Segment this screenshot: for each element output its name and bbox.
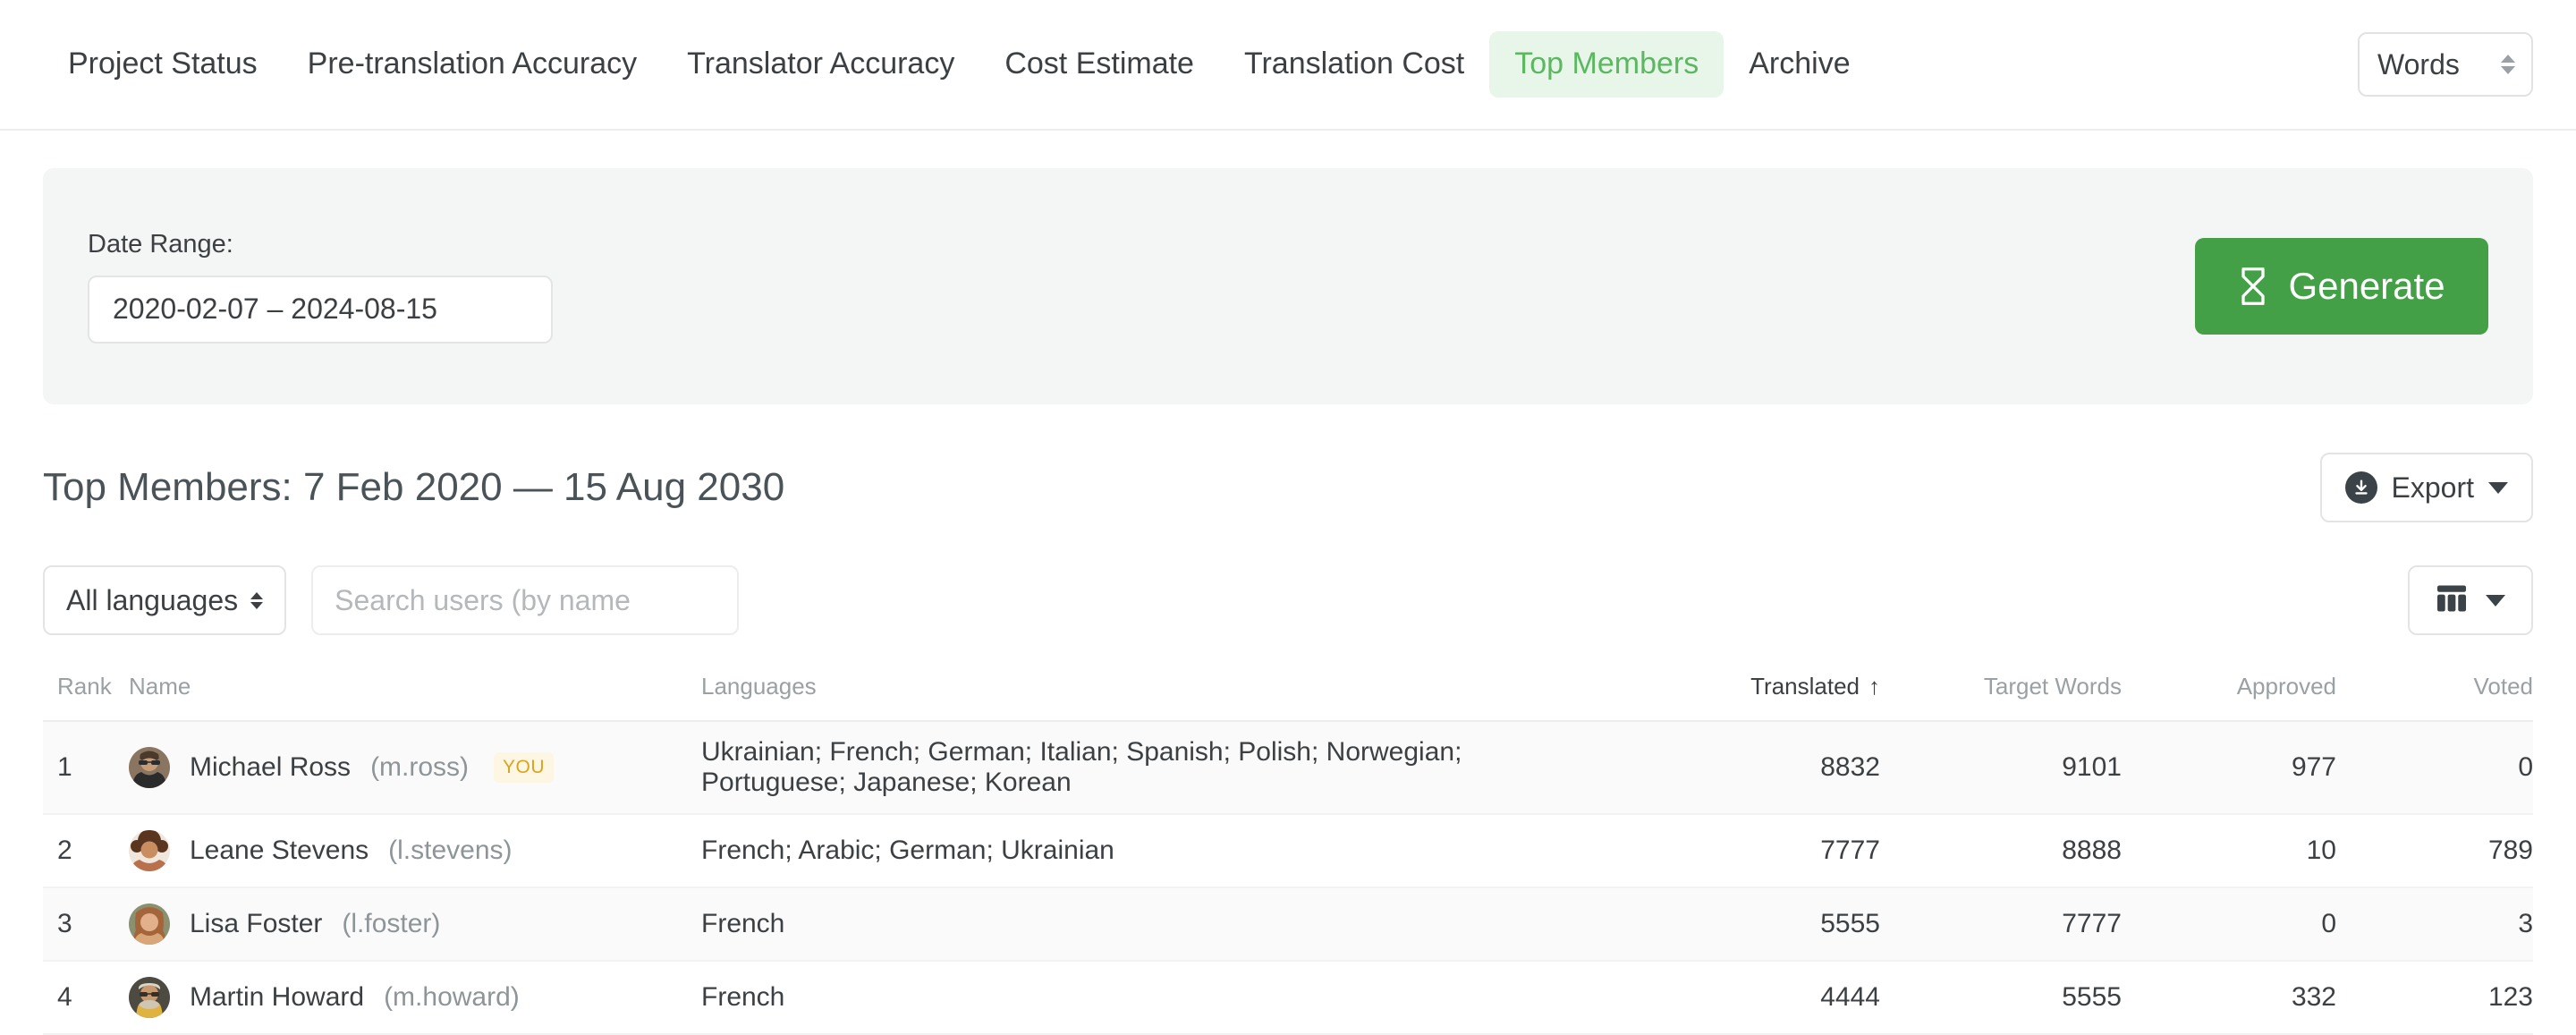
language-filter-value: All languages [66,583,239,616]
cell-target-words: 5555 [1880,961,2122,1035]
user-full-name: Martin Howard [190,982,365,1012]
cell-name: Martin Howard (m.howard) [129,961,701,1035]
cell-rank: 4 [43,961,129,1035]
avatar-leane-stevens [129,830,170,871]
cell-name: Lisa Foster (l.foster) [129,887,701,962]
cell-languages: Ukrainian; French; German; Italian; Span… [701,721,1585,815]
download-circle-icon [2344,471,2377,504]
report-header-row: Top Members: 7 Feb 2020 — 15 Aug 2030 Ex… [43,453,2533,522]
cell-voted: 123 [2336,961,2533,1035]
cell-languages: French [701,961,1585,1035]
cell-rank: 1 [43,721,129,815]
nav-tab-list: Project Status Pre-translation Accuracy … [43,31,1876,98]
page-title: Top Members: 7 Feb 2020 — 15 Aug 2030 [43,465,785,509]
spinner-arrows-icon [2501,55,2515,74]
user-username: (m.howard) [384,982,520,1012]
generate-button-label: Generate [2288,265,2445,307]
columns-chooser-button[interactable] [2408,565,2533,635]
export-button-label: Export [2391,471,2474,504]
user-username: (m.ross) [370,752,470,782]
tab-archive[interactable]: Archive [1724,31,1875,98]
table-toolbar: All languages [43,565,2533,635]
user-full-name: Leane Stevens [190,836,369,865]
avatar-lisa-foster [129,904,170,945]
column-header-translated[interactable]: Translated ↑ [1585,673,1880,722]
user-username: (l.foster) [342,909,441,938]
column-header-target-words[interactable]: Target Words [1880,673,2122,722]
tab-project-status[interactable]: Project Status [43,31,283,98]
tab-translator-accuracy[interactable]: Translator Accuracy [662,31,979,98]
export-button[interactable]: Export [2319,453,2533,522]
cell-translated: 7777 [1585,814,1880,888]
generate-button[interactable]: Generate [2195,238,2488,335]
column-header-rank[interactable]: Rank [43,673,129,722]
avatar-martin-howard [129,977,170,1018]
column-header-voted[interactable]: Voted [2336,673,2533,722]
caret-down-icon [2488,481,2508,494]
language-filter-select[interactable]: All languages [43,565,287,635]
cell-approved: 977 [2122,721,2336,815]
spinner-arrows-icon [250,591,264,609]
column-header-name[interactable]: Name [129,673,701,722]
cell-name: Michael Ross (m.ross) YOU [129,721,701,815]
unit-select-value: Words [2377,47,2460,81]
avatar-michael-ross [129,747,170,788]
hourglass-icon [2238,267,2268,306]
search-input[interactable] [311,565,740,635]
top-members-table: Rank Name Languages Translated ↑ Target W… [43,673,2533,1035]
tab-top-members[interactable]: Top Members [1489,31,1724,98]
date-range-label: Date Range: [88,229,233,259]
cell-translated: 8832 [1585,721,1880,815]
unit-select[interactable]: Words [2358,32,2533,97]
table-row[interactable]: 2 Leane Stevens (l.stevens) French; Arab… [43,814,2533,888]
you-badge: YOU [494,752,555,783]
user-full-name: Michael Ross [190,752,352,782]
cell-rank: 2 [43,814,129,888]
table-row[interactable]: 3 Lisa Foster (l.foster) French 5555 777… [43,887,2533,962]
cell-approved: 0 [2122,887,2336,962]
tab-translation-cost[interactable]: Translation Cost [1219,31,1489,98]
page-body: Date Range: 2020-02-07 – 2024-08-15 Gene… [0,168,2576,1035]
date-range-input[interactable]: 2020-02-07 – 2024-08-15 [88,275,553,344]
table-row[interactable]: 4 Martin Howard (m.howard) French 4444 5… [43,961,2533,1035]
cell-voted: 0 [2336,721,2533,815]
cell-target-words: 8888 [1880,814,2122,888]
caret-down-icon [2486,594,2505,607]
cell-voted: 3 [2336,887,2533,962]
table-body: 1 Michael Ross (m.ross) YOU Ukrainian; F… [43,721,2533,1035]
cell-target-words: 9101 [1880,721,2122,815]
main-navigation: Project Status Pre-translation Accuracy … [0,0,2576,131]
table-row[interactable]: 1 Michael Ross (m.ross) YOU Ukrainian; F… [43,721,2533,815]
cell-target-words: 7777 [1880,887,2122,962]
column-header-approved[interactable]: Approved [2122,673,2336,722]
table-header-row: Rank Name Languages Translated ↑ Target W… [43,673,2533,722]
cell-voted: 789 [2336,814,2533,888]
cell-translated: 5555 [1585,887,1880,962]
user-full-name: Lisa Foster [190,909,323,938]
cell-approved: 332 [2122,961,2336,1035]
cell-rank: 3 [43,887,129,962]
cell-name: Leane Stevens (l.stevens) [129,814,701,888]
tab-cost-estimate[interactable]: Cost Estimate [979,31,1219,98]
tab-pre-translation-accuracy[interactable]: Pre-translation Accuracy [283,31,663,98]
report-filter-card: Date Range: 2020-02-07 – 2024-08-15 Gene… [43,168,2533,404]
cell-translated: 4444 [1585,961,1880,1035]
sort-ascending-icon: ↑ [1868,673,1880,700]
cell-approved: 10 [2122,814,2336,888]
column-header-languages[interactable]: Languages [701,673,1585,722]
table-header: Rank Name Languages Translated ↑ Target W… [43,673,2533,722]
toolbar-left-group: All languages [43,565,740,635]
cell-languages: French; Arabic; German; Ukrainian [701,814,1585,888]
columns-table-icon [2436,584,2468,617]
user-username: (l.stevens) [388,836,513,865]
column-header-translated-label: Translated [1750,673,1860,700]
cell-languages: French [701,887,1585,962]
date-range-group: Date Range: 2020-02-07 – 2024-08-15 [88,230,553,344]
